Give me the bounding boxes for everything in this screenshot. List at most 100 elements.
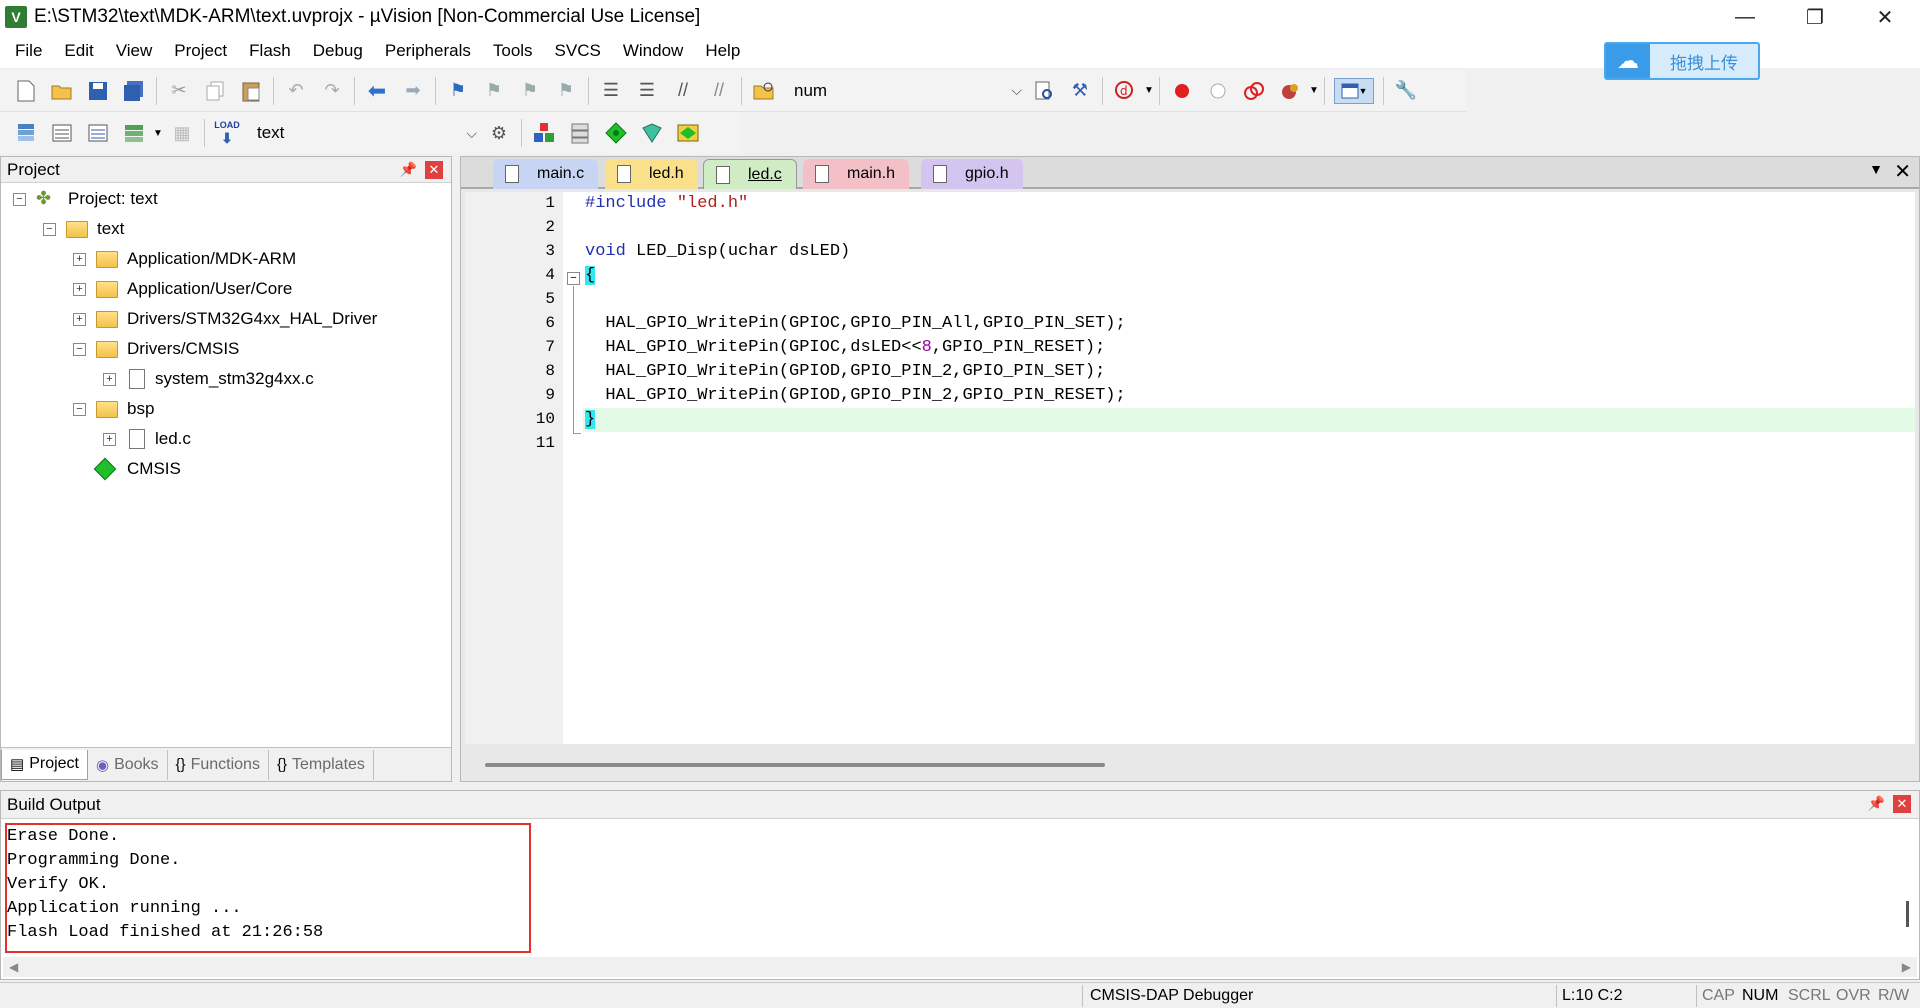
tab-led-c[interactable]: led.c xyxy=(703,159,797,189)
menu-view[interactable]: View xyxy=(105,41,164,61)
close-panel-icon[interactable]: ✕ xyxy=(1893,795,1911,813)
tab-list-dropdown-icon[interactable]: ▼ xyxy=(1869,161,1883,177)
unindent-icon[interactable]: ☰ xyxy=(634,78,660,104)
collapse-icon[interactable]: − xyxy=(43,222,56,236)
disable-all-breakpoints-icon[interactable] xyxy=(1241,78,1267,104)
menu-tools[interactable]: Tools xyxy=(482,41,544,61)
options-for-target-icon[interactable]: ⚙ xyxy=(486,120,512,146)
open-file-icon[interactable] xyxy=(49,78,75,104)
cut-icon[interactable]: ✂ xyxy=(166,78,192,104)
editor-horizontal-scrollbar[interactable] xyxy=(485,763,1105,767)
indent-icon[interactable]: ☰ xyxy=(598,78,624,104)
close-tab-icon[interactable]: ✕ xyxy=(1894,159,1911,184)
bookmark-icon[interactable]: ⚑ xyxy=(445,78,471,104)
tree-node-group[interactable]: + Application/User/Core xyxy=(73,275,292,303)
tab-gpio-h[interactable]: gpio.h xyxy=(921,159,1023,189)
code-editor[interactable]: 1 2 3 4 5 6 7 8 9 10 11 − #include "led.… xyxy=(465,192,1915,744)
find-icon[interactable] xyxy=(1031,78,1057,104)
menu-edit[interactable]: Edit xyxy=(53,41,104,61)
next-bookmark-icon[interactable]: ⚑ xyxy=(517,78,543,104)
configure-wrench-icon[interactable]: 🔧 xyxy=(1393,78,1419,104)
new-file-icon[interactable] xyxy=(13,78,39,104)
output-horizontal-scrollbar[interactable]: ◀ ▶ xyxy=(3,957,1917,977)
menu-debug[interactable]: Debug xyxy=(302,41,374,61)
tab-project[interactable]: ▤ Project xyxy=(1,749,88,780)
target-select[interactable]: text ⌵ xyxy=(249,119,481,147)
rebuild-icon[interactable] xyxy=(85,120,111,146)
close-panel-icon[interactable]: ✕ xyxy=(425,161,443,179)
menu-peripherals[interactable]: Peripherals xyxy=(374,41,482,61)
prev-bookmark-icon[interactable]: ⚑ xyxy=(481,78,507,104)
stop-build-icon[interactable]: ▦ xyxy=(169,120,195,146)
tree-node-group[interactable]: + Drivers/STM32G4xx_HAL_Driver xyxy=(73,305,377,333)
drag-upload-button[interactable]: ☁ 拖拽上传 xyxy=(1604,42,1760,80)
expand-icon[interactable]: + xyxy=(73,282,86,296)
redo-icon[interactable]: ↷ xyxy=(319,78,345,104)
scroll-right-icon[interactable]: ▶ xyxy=(1902,960,1911,974)
tab-led-h[interactable]: led.h xyxy=(605,159,698,189)
collapse-icon[interactable]: − xyxy=(13,192,26,206)
collapse-icon[interactable]: − xyxy=(73,402,86,416)
menu-flash[interactable]: Flash xyxy=(238,41,302,61)
download-load-icon[interactable]: LOAD ⬇ xyxy=(214,120,240,146)
batch-build-icon[interactable] xyxy=(121,120,147,146)
window-layout-icon[interactable]: ▼ xyxy=(1334,77,1374,104)
paste-icon[interactable] xyxy=(238,78,264,104)
rte-icon[interactable] xyxy=(675,120,701,146)
navigate-back-icon[interactable]: ⬅ xyxy=(364,78,390,104)
tab-functions[interactable]: {} Functions xyxy=(168,749,269,780)
expand-icon[interactable]: + xyxy=(73,312,86,326)
tree-node-group[interactable]: + Application/MDK-ARM xyxy=(73,245,296,273)
tree-node-component[interactable]: CMSIS xyxy=(93,455,181,483)
tree-node-project[interactable]: − ✤ Project: text xyxy=(13,185,158,213)
pin-icon[interactable]: 📌 xyxy=(1868,795,1885,812)
build-icon[interactable] xyxy=(49,120,75,146)
tree-node-file[interactable]: + system_stm32g4xx.c xyxy=(103,365,314,393)
disable-breakpoint-icon[interactable] xyxy=(1205,78,1231,104)
manage-components-icon[interactable] xyxy=(531,120,557,146)
kill-breakpoints-icon[interactable] xyxy=(1277,78,1303,104)
tree-node-group[interactable]: − Drivers/CMSIS xyxy=(73,335,239,363)
undo-icon[interactable]: ↶ xyxy=(283,78,309,104)
batch-dropdown-icon[interactable]: ▼ xyxy=(152,120,164,146)
tree-node-group[interactable]: − bsp xyxy=(73,395,154,423)
tab-books[interactable]: ◉ Books xyxy=(88,749,168,780)
tab-main-h[interactable]: main.h xyxy=(803,159,910,189)
copy-icon[interactable] xyxy=(202,78,228,104)
tree-node-file[interactable]: + led.c xyxy=(103,425,191,453)
restore-button[interactable]: ❐ xyxy=(1780,0,1850,34)
tree-node-target[interactable]: − text xyxy=(43,215,124,243)
debug-dropdown-icon[interactable]: ▼ xyxy=(1143,78,1155,104)
pack-installer-icon[interactable] xyxy=(639,120,665,146)
save-all-icon[interactable] xyxy=(121,78,147,104)
minimize-button[interactable]: — xyxy=(1710,0,1780,34)
navigate-forward-icon[interactable]: ➡ xyxy=(400,78,426,104)
expand-icon[interactable]: + xyxy=(103,432,116,446)
find-in-files-icon[interactable] xyxy=(751,78,777,104)
close-window-button[interactable]: ✕ xyxy=(1850,0,1920,34)
tab-main-c[interactable]: main.c xyxy=(493,159,599,189)
find-combo[interactable]: num ⌵ xyxy=(786,76,1026,105)
expand-icon[interactable]: + xyxy=(73,252,86,266)
uncomment-icon[interactable]: // xyxy=(706,78,732,104)
menu-project[interactable]: Project xyxy=(163,41,238,61)
menu-window[interactable]: Window xyxy=(612,41,694,61)
pin-icon[interactable]: 📌 xyxy=(400,161,417,178)
comment-icon[interactable]: // xyxy=(670,78,696,104)
fold-collapse-icon[interactable]: − xyxy=(567,272,580,285)
incremental-find-icon[interactable]: ⚒ xyxy=(1067,78,1093,104)
debug-session-icon[interactable]: d xyxy=(1112,78,1138,104)
breakpoint-dropdown-icon[interactable]: ▼ xyxy=(1308,78,1320,104)
menu-file[interactable]: File xyxy=(4,41,53,61)
select-packs-icon[interactable] xyxy=(603,120,629,146)
tab-templates[interactable]: {} Templates xyxy=(269,749,374,780)
file-extensions-icon[interactable] xyxy=(567,120,593,146)
clear-bookmarks-icon[interactable]: ⚑ xyxy=(553,78,579,104)
menu-help[interactable]: Help xyxy=(694,41,751,61)
menu-svcs[interactable]: SVCS xyxy=(544,41,612,61)
breakpoint-icon[interactable] xyxy=(1169,78,1195,104)
save-icon[interactable] xyxy=(85,78,111,104)
collapse-icon[interactable]: − xyxy=(73,342,86,356)
translate-icon[interactable] xyxy=(13,120,39,146)
output-vertical-scrollbar[interactable] xyxy=(1906,901,1909,927)
